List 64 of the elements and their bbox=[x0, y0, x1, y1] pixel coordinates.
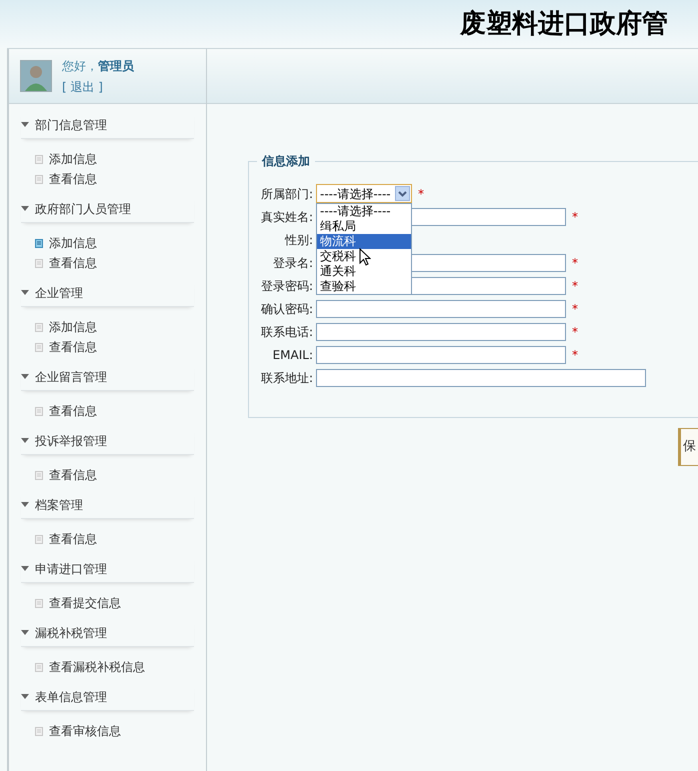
field-label: 登录名: bbox=[272, 254, 314, 272]
menu-group-header[interactable]: 档案管理 bbox=[21, 491, 194, 519]
menu-item[interactable]: 查看信息 bbox=[35, 169, 206, 189]
menu-item[interactable]: 查看信息 bbox=[35, 529, 206, 549]
field-label: 联系地址: bbox=[260, 370, 314, 386]
dropdown-option[interactable]: 缉私局 bbox=[317, 219, 411, 234]
menu-item[interactable]: 查看审核信息 bbox=[35, 721, 206, 741]
user-avatar-icon bbox=[20, 60, 52, 92]
caret-icon bbox=[21, 502, 29, 507]
field-label: 性别: bbox=[284, 232, 314, 248]
required-mark: * bbox=[572, 278, 578, 294]
dropdown-option[interactable]: 交税科 bbox=[317, 249, 411, 264]
form-legend: 信息添加 bbox=[257, 152, 315, 170]
menu-group-header[interactable]: 表单信息管理 bbox=[21, 683, 194, 711]
caret-icon bbox=[21, 290, 29, 295]
menu-item[interactable]: 查看信息 bbox=[35, 337, 206, 357]
required-mark: * bbox=[572, 208, 578, 226]
required-mark: * bbox=[418, 186, 424, 202]
menu-group-header[interactable]: 申请进口管理 bbox=[21, 555, 194, 583]
text-input-field[interactable] bbox=[316, 300, 566, 318]
required-mark: * bbox=[572, 346, 578, 364]
caret-icon bbox=[21, 206, 29, 211]
required-mark: * bbox=[572, 324, 578, 340]
dropdown-option[interactable]: 物流科 bbox=[317, 234, 411, 249]
field-label: EMAIL: bbox=[272, 346, 314, 364]
text-input-field[interactable] bbox=[316, 368, 646, 386]
dropdown-option[interactable]: ----请选择---- bbox=[317, 204, 411, 219]
menu-group-header[interactable]: 投诉举报管理 bbox=[21, 427, 194, 455]
greeting-text: 您好，管理员 bbox=[62, 58, 134, 74]
menu-item[interactable]: 查看信息 bbox=[35, 401, 206, 421]
menu-item[interactable]: 添加信息 bbox=[35, 317, 206, 337]
save-button[interactable]: 保 bbox=[678, 428, 698, 466]
menu-group-header[interactable]: 企业留言管理 bbox=[21, 363, 194, 391]
menu-item[interactable]: 添加信息 bbox=[35, 149, 206, 169]
caret-icon bbox=[21, 122, 29, 127]
menu-group-header[interactable]: 部门信息管理 bbox=[21, 111, 194, 139]
field-label: 所属部门: bbox=[260, 186, 314, 202]
caret-icon bbox=[21, 566, 29, 571]
menu-group-header[interactable]: 企业管理 bbox=[21, 279, 194, 307]
menu-item[interactable]: 查看信息 bbox=[35, 253, 206, 273]
field-label: 真实姓名: bbox=[260, 208, 314, 226]
field-label: 登录密码: bbox=[260, 278, 314, 294]
field-label: 联系电话: bbox=[260, 324, 314, 340]
department-select[interactable]: ----请选择---- bbox=[316, 184, 412, 203]
menu-group-header[interactable]: 政府部门人员管理 bbox=[21, 195, 194, 223]
caret-icon bbox=[21, 374, 29, 379]
site-title: 废塑料进口政府管 bbox=[460, 8, 668, 40]
field-label: 确认密码: bbox=[260, 300, 314, 318]
mouse-cursor-icon bbox=[359, 248, 371, 266]
menu-item[interactable]: 添加信息 bbox=[35, 233, 206, 253]
menu-item[interactable]: 查看信息 bbox=[35, 465, 206, 485]
logout-link[interactable]: [ 退出 ] bbox=[62, 78, 134, 96]
caret-icon bbox=[21, 694, 29, 699]
text-input-field[interactable] bbox=[316, 346, 566, 364]
caret-icon bbox=[21, 630, 29, 635]
required-mark: * bbox=[572, 300, 578, 318]
required-mark: * bbox=[572, 254, 578, 272]
text-input-field[interactable] bbox=[316, 322, 566, 340]
dropdown-option[interactable]: 通关科 bbox=[317, 264, 411, 279]
menu-group-header[interactable]: 漏税补税管理 bbox=[21, 619, 194, 647]
menu-item[interactable]: 查看漏税补税信息 bbox=[35, 657, 206, 677]
caret-icon bbox=[21, 438, 29, 443]
menu-item[interactable]: 查看提交信息 bbox=[35, 593, 206, 613]
dropdown-option[interactable]: 查验科 bbox=[317, 279, 411, 294]
